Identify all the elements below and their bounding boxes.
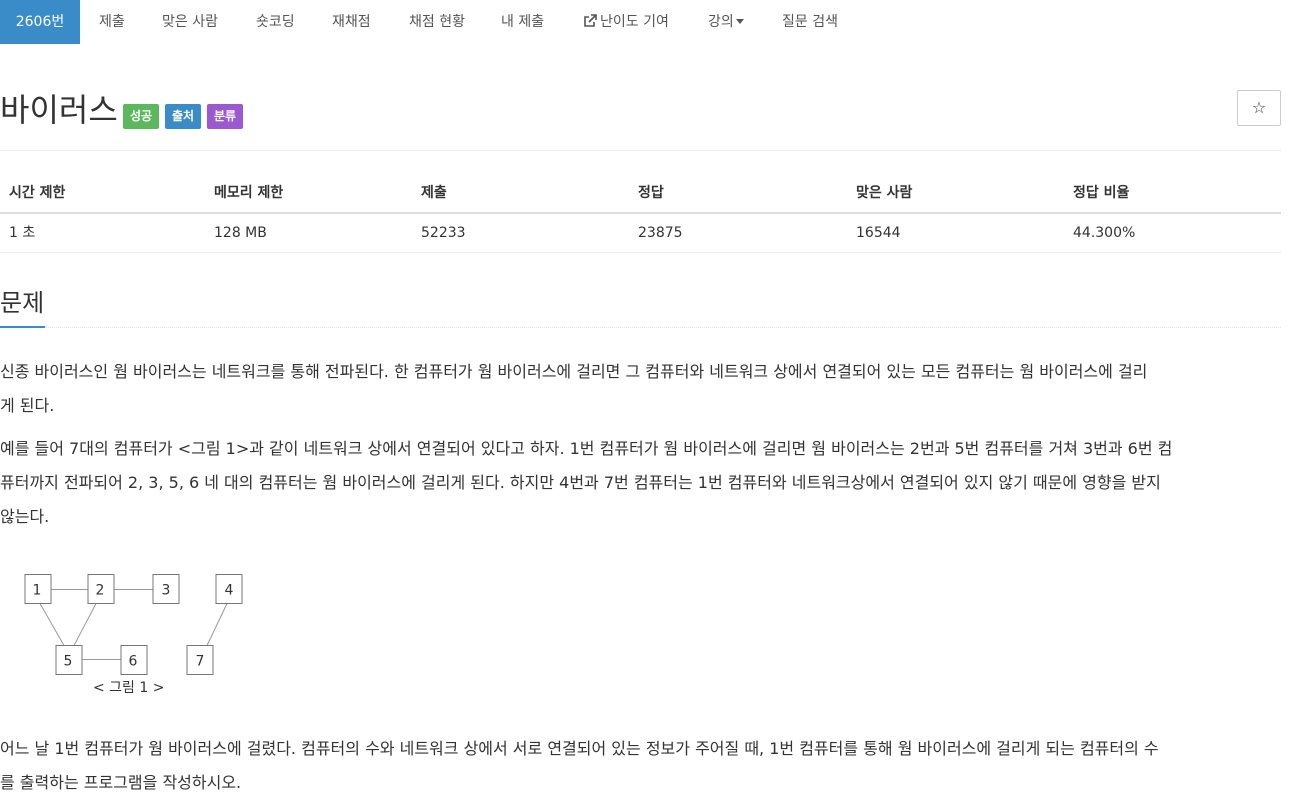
section-title: 문제 — [0, 289, 45, 317]
value-accepted: 23875 — [638, 225, 683, 241]
label-success[interactable]: 성공 — [123, 104, 160, 129]
node-label: 6 — [129, 654, 138, 670]
label-source[interactable]: 출처 — [165, 104, 202, 129]
external-link-icon — [583, 2, 597, 27]
header-time-limit: 시간 제한 — [9, 185, 66, 201]
text-line: 예를 들어 7대의 컴퓨터가 <그림 1>과 같이 네트워크 상에서 연결되어 … — [0, 439, 1173, 458]
edge-2-5 — [73, 603, 97, 646]
tab-problem-number[interactable]: 2606번 — [0, 0, 80, 44]
table-bottom-divider — [0, 252, 1281, 253]
tab-difficulty-label: 난이도 기여 — [600, 14, 669, 30]
node-label: 5 — [64, 654, 73, 670]
label-category[interactable]: 분류 — [207, 104, 244, 129]
tab-solved-users[interactable]: 맞은 사람 — [162, 0, 218, 44]
favorite-star-button[interactable]: ☆ — [1237, 90, 1281, 126]
node-label: 3 — [162, 583, 171, 599]
tab-lectures-dropdown[interactable]: 강의 — [708, 0, 744, 44]
value-time-limit: 1 초 — [9, 225, 36, 241]
text-line: 퓨터까지 전파되어 2, 3, 5, 6 네 대의 컴퓨터는 웜 바이러스에 걸… — [0, 473, 1161, 492]
header-memory-limit: 메모리 제한 — [214, 185, 284, 201]
value-submissions: 52233 — [421, 225, 466, 241]
problem-paragraph-3: 어느 날 1번 컴퓨터가 웜 바이러스에 걸렸다. 컴퓨터의 수와 네트워크 상… — [0, 732, 1281, 800]
node-label: 2 — [96, 583, 105, 599]
tab-difficulty-contrib[interactable]: 난이도 기여 — [583, 0, 669, 44]
tab-submit[interactable]: 제출 — [99, 0, 125, 44]
text-line: 어느 날 1번 컴퓨터가 웜 바이러스에 걸렸다. 컴퓨터의 수와 네트워크 상… — [0, 739, 1159, 758]
header-accepted: 정답 — [638, 185, 664, 201]
edge-4-7 — [206, 603, 228, 646]
figure-caption: < 그림 1 > — [93, 680, 165, 696]
edge-1-5 — [39, 603, 65, 646]
value-ratio: 44.300% — [1073, 225, 1136, 241]
text-line: 게 된다. — [0, 396, 55, 415]
text-line: 를 출력하는 프로그램을 작성하시오. — [0, 773, 242, 792]
node-label: 4 — [225, 583, 234, 599]
tab-my-submissions[interactable]: 내 제출 — [501, 0, 544, 44]
tab-short-coding[interactable]: 숏코딩 — [256, 0, 295, 44]
top-nav: 2606번 제출 맞은 사람 숏코딩 재채점 채점 현황 내 제출 난이도 기여… — [0, 0, 1291, 44]
problem-paragraph-2: 예를 들어 7대의 컴퓨터가 <그림 1>과 같이 네트워크 상에서 연결되어 … — [0, 432, 1281, 534]
problem-paragraph-1: 신종 바이러스인 웜 바이러스는 네트워크를 통해 전파된다. 한 컴퓨터가 웜… — [0, 355, 1281, 423]
section-divider — [45, 327, 1281, 329]
header-solved-users: 맞은 사람 — [856, 185, 913, 201]
table-row: 1 초 128 MB 52233 23875 16544 44.300% — [0, 214, 1281, 252]
tab-rejudge[interactable]: 재채점 — [332, 0, 371, 44]
page-title: 바이러스 — [0, 91, 118, 129]
node-label: 7 — [196, 654, 205, 670]
tab-question-search[interactable]: 질문 검색 — [782, 0, 838, 44]
node-label: 1 — [33, 583, 42, 599]
caret-down-icon — [735, 19, 744, 24]
value-memory-limit: 128 MB — [214, 225, 267, 241]
header-submissions: 제출 — [421, 185, 447, 201]
table-header-row: 시간 제한 메모리 제한 제출 정답 맞은 사람 정답 비율 — [0, 174, 1281, 212]
divider — [0, 150, 1281, 151]
value-solved-users: 16544 — [856, 225, 901, 241]
tab-lectures-label: 강의 — [708, 14, 734, 30]
tab-status[interactable]: 채점 현황 — [409, 0, 465, 44]
header-ratio: 정답 비율 — [1073, 185, 1130, 201]
section-underline — [0, 326, 45, 328]
star-icon: ☆ — [1251, 98, 1267, 117]
text-line: 신종 바이러스인 웜 바이러스는 네트워크를 통해 전파된다. 한 컴퓨터가 웜… — [0, 362, 1148, 381]
text-line: 않는다. — [0, 507, 50, 526]
